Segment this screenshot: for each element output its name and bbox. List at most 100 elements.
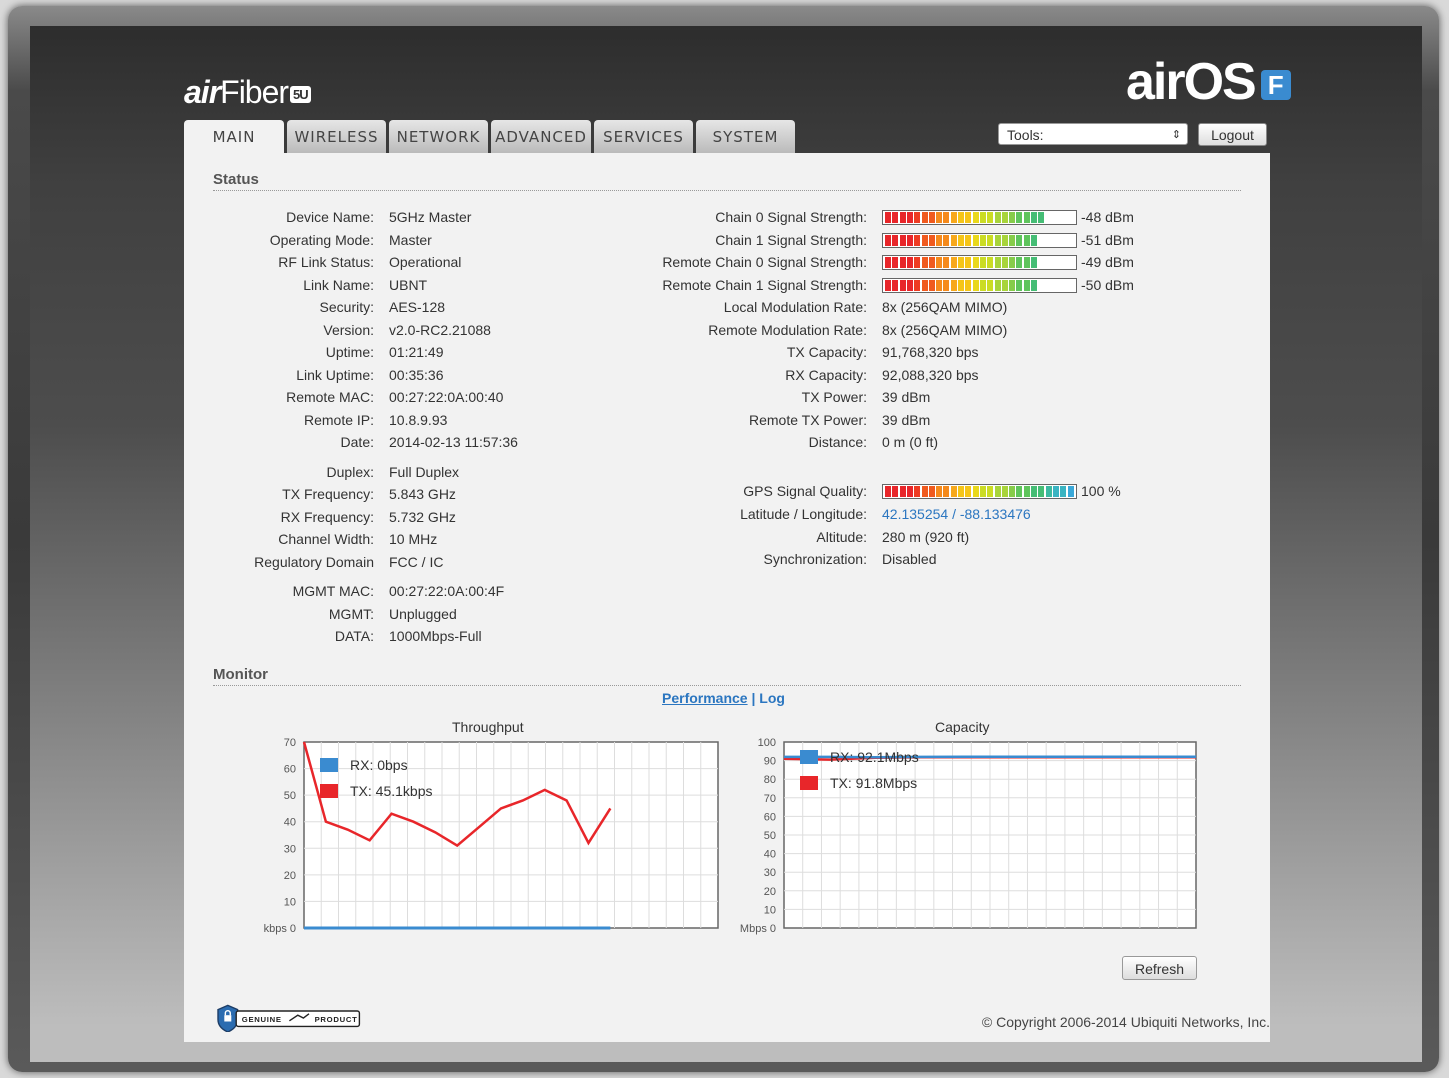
y-tick-label: 70	[764, 793, 776, 805]
signal-meter-segment	[1045, 486, 1052, 497]
status-row: Remote Chain 0 Signal Strength: -49 dBm	[184, 252, 1184, 272]
status-label: GPS Signal Quality:	[743, 483, 867, 499]
signal-meter-segment	[1060, 486, 1067, 497]
copyright-text: © Copyright 2006-2014 Ubiquiti Networks,…	[981, 1014, 1270, 1030]
signal-meter	[882, 484, 1077, 499]
logout-button[interactable]: Logout	[1198, 123, 1267, 146]
signal-meter-segment	[950, 486, 957, 497]
status-label: TX Power:	[801, 389, 867, 405]
signal-meter-segment	[936, 212, 943, 223]
signal-meter-segment	[994, 486, 1001, 497]
signal-meter-segment	[943, 257, 950, 268]
signal-meter-segment	[972, 486, 979, 497]
status-row: Remote Modulation Rate: 8x (256QAM MIMO)	[184, 320, 1184, 340]
status-row: Remote TX Power: 39 dBm	[184, 410, 1184, 430]
status-label: Remote Chain 0 Signal Strength:	[662, 254, 867, 270]
signal-meter-segment	[892, 235, 899, 246]
signal-meter-segment	[906, 486, 913, 497]
signal-meter	[882, 210, 1077, 225]
status-row: TX Power: 39 dBm	[184, 387, 1184, 407]
select-arrows-icon: ⇕	[1171, 129, 1181, 141]
signal-meter-segment	[1023, 486, 1030, 497]
status-section-title: Status	[213, 171, 1241, 191]
refresh-button[interactable]: Refresh	[1122, 956, 1197, 980]
signal-meter-segment	[885, 235, 891, 246]
signal-meter-segment	[892, 486, 899, 497]
signal-meter-segment	[928, 212, 935, 223]
y-tick-label: 10	[284, 896, 296, 908]
status-value: 1000Mbps-Full	[389, 628, 482, 644]
signal-meter-segment	[958, 257, 964, 268]
status-label: Chain 0 Signal Strength:	[715, 209, 867, 225]
signal-meter-segment	[987, 235, 994, 246]
status-row: MGMT: Unplugged	[184, 604, 684, 624]
signal-meter-segment	[972, 212, 979, 223]
signal-meter-segment	[994, 280, 1001, 291]
status-value: Disabled	[882, 551, 937, 567]
signal-meter-segment	[943, 486, 950, 497]
signal-meter-segment	[899, 235, 906, 246]
signal-meter-segment	[1016, 235, 1023, 246]
signal-meter-segment	[1009, 257, 1016, 268]
tab-services[interactable]: SERVICES	[594, 120, 693, 154]
status-value: 00:27:22:0A:00:4F	[389, 583, 505, 599]
signal-meter-segment	[972, 280, 979, 291]
signal-meter-segment	[1009, 235, 1016, 246]
y-tick-label: Mbps 0	[740, 923, 776, 935]
signal-meter-segment	[928, 486, 935, 497]
status-row: Local Modulation Rate: 8x (256QAM MIMO)	[184, 297, 1184, 317]
signal-meter-segment	[1031, 212, 1037, 223]
status-label: TX Capacity:	[786, 344, 867, 360]
signal-meter-segment	[928, 257, 935, 268]
main-panel: Status Device Name: 5GHz Master Operating …	[184, 153, 1270, 998]
performance-link[interactable]: Performance	[662, 690, 748, 706]
status-row: Synchronization: Disabled	[184, 549, 1184, 569]
tab-advanced[interactable]: ADVANCED	[491, 120, 591, 154]
y-tick-label: 10	[764, 904, 776, 916]
signal-meter	[882, 278, 1077, 293]
signal-meter-segment	[1023, 235, 1030, 246]
signal-meter-segment	[979, 235, 986, 246]
signal-meter-segment	[979, 257, 986, 268]
status-label: MGMT:	[328, 606, 374, 622]
status-row: MGMT MAC: 00:27:22:0A:00:4F	[184, 581, 684, 601]
tools-select[interactable]: Tools: ⇕	[998, 123, 1188, 145]
signal-meter-segment	[979, 280, 986, 291]
status-value: 100 %	[1081, 483, 1121, 499]
tab-network[interactable]: NETWORK	[389, 120, 488, 154]
signal-meter-segment	[965, 280, 972, 291]
coordinates-link[interactable]: 42.135254 / -88.133476	[882, 504, 1031, 524]
signal-meter-segment	[885, 257, 891, 268]
signal-meter-segment	[987, 486, 994, 497]
signal-meter-segment	[906, 257, 913, 268]
status-value: 280 m (920 ft)	[882, 529, 970, 545]
log-link[interactable]: Log	[759, 690, 785, 706]
signal-meter-segment	[958, 212, 964, 223]
signal-meter-segment	[958, 235, 964, 246]
signal-meter-segment	[921, 280, 928, 291]
legend-label: RX: 92.1Mbps	[830, 749, 919, 765]
signal-meter-segment	[899, 257, 906, 268]
status-row: Duplex: Full Duplex	[184, 462, 684, 482]
signal-meter-segment	[950, 212, 957, 223]
y-tick-label: 60	[764, 811, 776, 823]
signal-meter-segment	[1023, 212, 1030, 223]
signal-meter-segment	[906, 235, 913, 246]
y-tick-label: 30	[284, 843, 296, 855]
tab-main[interactable]: MAIN	[184, 120, 284, 154]
tab-system[interactable]: SYSTEM	[696, 120, 795, 154]
signal-meter-segment	[1031, 235, 1037, 246]
legend-swatch	[800, 750, 818, 764]
tab-wireless[interactable]: WIRELESS	[287, 120, 386, 154]
status-label: Remote Modulation Rate:	[708, 322, 867, 338]
airos-logo: airOS F	[1126, 52, 1291, 112]
signal-meter-segment	[921, 486, 928, 497]
status-row: Chain 0 Signal Strength: -48 dBm	[184, 207, 1184, 227]
signal-meter-segment	[950, 257, 957, 268]
signal-meter-segment	[1009, 486, 1016, 497]
signal-meter-segment	[1038, 486, 1045, 497]
status-row: Altitude: 280 m (920 ft)	[184, 527, 1184, 547]
signal-meter-segment	[1031, 280, 1037, 291]
signal-meter-segment	[987, 212, 994, 223]
signal-meter-segment	[987, 257, 994, 268]
